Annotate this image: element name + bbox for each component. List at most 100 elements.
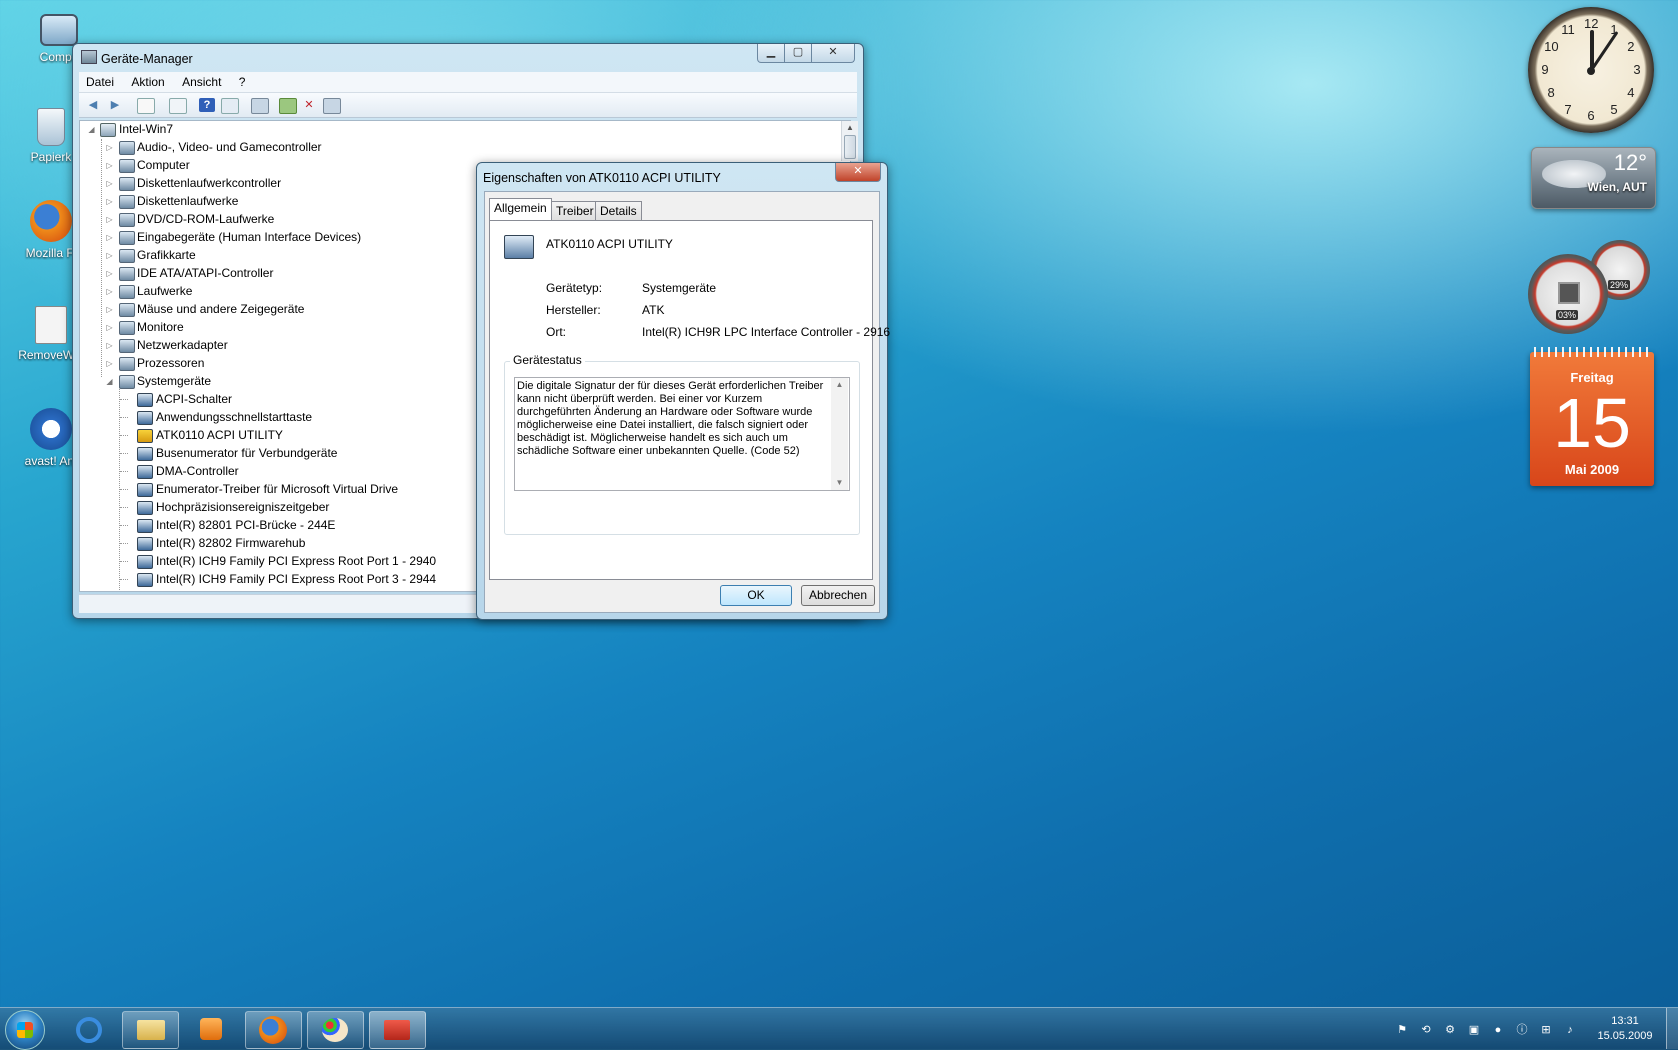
tree-category[interactable]: ▷ IDE ATA/ATAPI-Controller	[80, 265, 440, 282]
tree-device[interactable]: Enumerator-Treiber für Microsoft Virtual…	[80, 481, 460, 498]
volume-icon[interactable]: ♪	[1564, 1024, 1576, 1036]
view-icon[interactable]	[221, 98, 239, 114]
expand-icon[interactable]: ▷	[105, 355, 114, 372]
tree-category[interactable]: ▷ Mäuse und andere Zeigegeräte	[80, 301, 440, 318]
media-player-taskbar-button[interactable]	[184, 1011, 239, 1047]
back-icon[interactable]: ◀	[85, 98, 101, 112]
ie-taskbar-button[interactable]	[62, 1011, 117, 1047]
scroll-thumb[interactable]	[844, 135, 856, 159]
show-desktop-button[interactable]	[1666, 1008, 1678, 1049]
tree-device[interactable]: Intel(R) ICH9 Family PCI Express Root Po…	[80, 571, 460, 588]
tree-category[interactable]: ▷ Diskettenlaufwerkcontroller	[80, 175, 440, 192]
tree-root[interactable]: ◢ Intel-Win7	[80, 121, 440, 138]
tree-category[interactable]: ▷ Netzwerkadapter	[80, 337, 440, 354]
gear-icon[interactable]: ⚙	[1444, 1024, 1456, 1036]
avast-tray-icon[interactable]: ●	[1492, 1024, 1504, 1036]
scan-hardware-icon[interactable]	[251, 98, 269, 114]
ok-button[interactable]: OK	[720, 585, 792, 606]
expand-icon[interactable]: ▷	[105, 139, 114, 156]
info-icon[interactable]: ⓘ	[1516, 1024, 1528, 1036]
scroll-up-icon[interactable]: ▲	[831, 378, 848, 392]
clock[interactable]: 13:31 15.05.2009	[1592, 1014, 1658, 1044]
expand-icon[interactable]: ▷	[105, 247, 114, 264]
tree-category[interactable]: ▷ Diskettenlaufwerke	[80, 193, 440, 210]
close-button[interactable]: ✕	[811, 44, 855, 63]
flag-icon[interactable]: ⚑	[1396, 1024, 1408, 1036]
calendar-gadget[interactable]: Freitag 15 Mai 2009	[1530, 347, 1654, 486]
tab-details[interactable]: Details	[595, 201, 642, 221]
menu-aktion[interactable]: Aktion	[124, 72, 171, 92]
tree-device[interactable]: Busenumerator für Verbundgeräte	[80, 445, 460, 462]
menu-help[interactable]: ?	[232, 72, 253, 92]
forward-icon[interactable]: ▶	[107, 98, 123, 112]
update-driver-icon[interactable]	[279, 98, 297, 114]
expand-icon[interactable]: ▷	[105, 193, 114, 210]
tree-device[interactable]: Intel(R) 82802 Firmwarehub	[80, 535, 460, 552]
expand-icon[interactable]: ▷	[105, 337, 114, 354]
tree-category[interactable]: ▷ Laufwerke	[80, 283, 440, 300]
expand-icon[interactable]: ▷	[105, 265, 114, 282]
expand-icon[interactable]: ▷	[105, 157, 114, 174]
tree-device[interactable]: Intel(R) 82801 PCI-Brücke - 244E	[80, 517, 460, 534]
tree-category-label: Mäuse und andere Zeigegeräte	[137, 302, 305, 316]
collapse-icon[interactable]: ◢	[105, 373, 114, 390]
expand-icon[interactable]: ▷	[105, 319, 114, 336]
weather-gadget[interactable]: 12° Wien, AUT	[1531, 147, 1656, 209]
tree-category[interactable]: ▷ Monitore	[80, 319, 440, 336]
uninstall-icon[interactable]: ✕	[301, 98, 317, 112]
category-icon	[119, 141, 135, 155]
tree-connector	[120, 471, 128, 472]
network-sync-icon[interactable]: ⟲	[1420, 1024, 1432, 1036]
tree-category[interactable]: ◢ Systemgeräte	[80, 373, 440, 390]
show-hide-tree-icon[interactable]	[137, 98, 155, 114]
maximize-button[interactable]: ▢	[784, 44, 812, 63]
explorer-taskbar-button[interactable]	[122, 1011, 179, 1049]
start-button[interactable]	[5, 1010, 45, 1050]
expand-icon[interactable]: ▷	[105, 301, 114, 318]
properties-icon[interactable]	[169, 98, 187, 114]
cpu-meter-gadget[interactable]: 29% 03%	[1528, 240, 1654, 334]
clock-date: 15.05.2009	[1597, 1030, 1653, 1042]
tab-treiber[interactable]: Treiber	[551, 201, 599, 221]
help-icon[interactable]: ?	[199, 98, 215, 112]
firefox-taskbar-button[interactable]	[245, 1011, 302, 1049]
cancel-button[interactable]: Abbrechen	[801, 585, 875, 606]
tree-category[interactable]: ▷ Computer	[80, 157, 440, 174]
expand-icon[interactable]: ▷	[105, 229, 114, 246]
tree-root-label: Intel-Win7	[119, 122, 174, 136]
scroll-up-icon[interactable]: ▲	[842, 121, 858, 135]
tree-device[interactable]: Hochpräzisionsereigniszeitgeber	[80, 499, 460, 516]
tree-category[interactable]: ▷ Audio-, Video- und Gamecontroller	[80, 139, 440, 156]
tree-device[interactable]: Anwendungsschnellstarttaste	[80, 409, 460, 426]
menu-datei[interactable]: Datei	[79, 72, 121, 92]
scroll-down-icon[interactable]: ▼	[831, 476, 848, 490]
status-scrollbar[interactable]: ▲ ▼	[831, 378, 848, 490]
status-textarea[interactable]: Die digitale Signatur der für dieses Ger…	[514, 377, 850, 491]
paint-taskbar-button[interactable]	[307, 1011, 364, 1049]
tree-device[interactable]: Intel(R) ICH9 Family PCI Express Root Po…	[80, 553, 460, 570]
hardware-icon[interactable]: ▣	[1468, 1024, 1480, 1036]
tree-device-warning[interactable]: ATK0110 ACPI UTILITY	[80, 427, 460, 444]
media-player-icon	[200, 1018, 222, 1040]
tab-allgemein[interactable]: Allgemein	[489, 198, 552, 220]
expand-icon[interactable]: ▷	[105, 175, 114, 192]
tree-category[interactable]: ▷ Eingabegeräte (Human Interface Devices)	[80, 229, 440, 246]
clock-gadget[interactable]: 12 1 2 3 4 5 6 7 8 9 10 11	[1528, 7, 1654, 133]
device-manager-taskbar-button[interactable]	[369, 1011, 426, 1049]
tree-device[interactable]: DMA-Controller	[80, 463, 460, 480]
tree-category[interactable]: ▷ DVD/CD-ROM-Laufwerke	[80, 211, 440, 228]
tree-device[interactable]: ACPI-Schalter	[80, 391, 460, 408]
tree-category[interactable]: ▷ Prozessoren	[80, 355, 440, 372]
menu-ansicht[interactable]: Ansicht	[175, 72, 228, 92]
expand-icon[interactable]: ▷	[105, 211, 114, 228]
expand-icon[interactable]: ▷	[105, 283, 114, 300]
dialog-close-button[interactable]: ✕	[835, 163, 881, 182]
cpu-percent: 03%	[1556, 310, 1579, 320]
collapse-icon[interactable]: ◢	[87, 121, 96, 138]
tree-scrollbar[interactable]: ▲	[841, 121, 858, 161]
minimize-button[interactable]: ▁	[757, 44, 785, 63]
disable-icon[interactable]	[323, 98, 341, 114]
network-icon[interactable]: ⊞	[1540, 1024, 1552, 1036]
field-label-type: Gerätetyp:	[546, 281, 603, 295]
tree-category[interactable]: ▷ Grafikkarte	[80, 247, 440, 264]
